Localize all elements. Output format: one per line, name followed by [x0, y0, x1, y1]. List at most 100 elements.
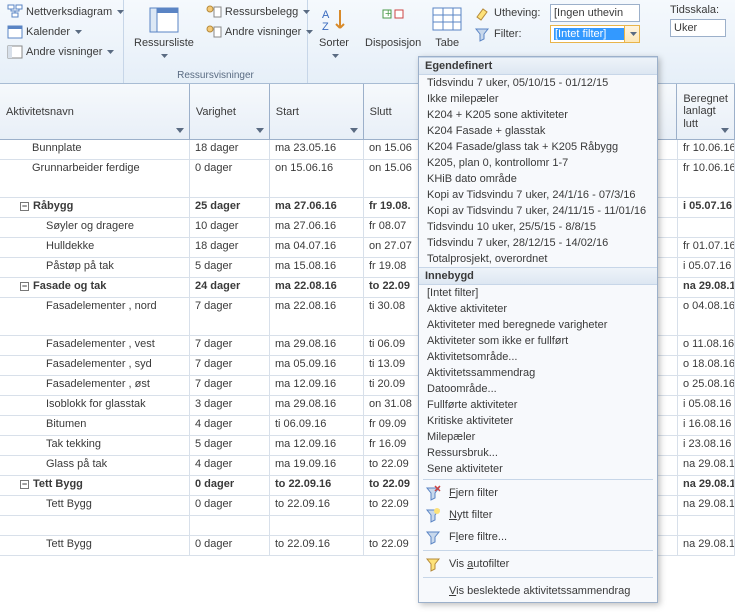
svg-text:Z: Z — [322, 21, 329, 33]
col-slutt[interactable]: Slutt — [364, 84, 424, 139]
outline-toggle[interactable]: − — [20, 282, 29, 291]
cell-slutt: ti 13.09 — [364, 356, 424, 375]
andre-visninger-button[interactable]: Andre visninger — [4, 42, 127, 62]
cell-beregnet — [678, 218, 735, 237]
filter-menu-item[interactable]: K205, plan 0, kontrollomr 1-7 — [419, 155, 657, 171]
cell-varighet: 0 dager — [190, 496, 270, 515]
filter-menu-item[interactable]: Sene aktiviteter — [419, 461, 657, 477]
cell-varighet: 7 dager — [190, 356, 270, 375]
chevron-down-icon — [75, 30, 82, 34]
col-varighet[interactable]: Varighet — [190, 84, 270, 139]
filter-menu-item[interactable]: Aktivitetsområde... — [419, 349, 657, 365]
utheving-combo[interactable]: [Ingen uthevin — [550, 4, 640, 22]
filter-menu-item[interactable]: Tidsvindu 7 uker, 05/10/15 - 01/12/15 — [419, 75, 657, 91]
vis-autofilter-cmd[interactable]: Vis autofilter — [419, 553, 657, 575]
combo-value: Uker — [674, 22, 722, 34]
filter-menu-item[interactable]: Aktivitetssammendrag — [419, 365, 657, 381]
flere-filtre-cmd[interactable]: Flere filtre... — [419, 526, 657, 548]
cell-slutt: ti 20.09 — [364, 376, 424, 395]
cell-aktivitetsnavn: Påstøp på tak — [0, 258, 190, 277]
filter-menu-item[interactable]: Fullførte aktiviteter — [419, 397, 657, 413]
cell-varighet: 0 dager — [190, 160, 270, 197]
filter-menu-item[interactable]: Kritiske aktiviteter — [419, 413, 657, 429]
filter-menu-item[interactable]: K204 Fasade + glasstak — [419, 123, 657, 139]
cell-start: ma 15.08.16 — [270, 258, 364, 277]
filter-menu-item[interactable]: Kopi av Tidsvindu 7 uker, 24/1/16 - 07/3… — [419, 187, 657, 203]
cell-start: ma 22.08.16 — [270, 298, 364, 335]
filter-menu-item[interactable]: Ikke milepæler — [419, 91, 657, 107]
filter-menu-item[interactable]: Kopi av Tidsvindu 7 uker, 24/11/15 - 11/… — [419, 203, 657, 219]
cell-aktivitetsnavn: Hulldekke — [0, 238, 190, 257]
cell-slutt: to 22.09 — [364, 278, 424, 297]
views-icon — [7, 44, 23, 60]
filter-menu-item[interactable]: Aktive aktiviteter — [419, 301, 657, 317]
filter-menu-item[interactable]: K204 + K205 sone aktiviteter — [419, 107, 657, 123]
filter-dropdown-icon[interactable] — [347, 123, 361, 137]
filter-menu-item[interactable]: Tidsvindu 7 uker, 28/12/15 - 14/02/16 — [419, 235, 657, 251]
menu-separator — [423, 550, 653, 551]
fjern-filter-cmd[interactable]: Fjern filter — [419, 482, 657, 504]
col-start[interactable]: Start — [270, 84, 364, 139]
filter-menu-item[interactable]: KHiB dato område — [419, 171, 657, 187]
filter-menu-item[interactable]: Datoområde... — [419, 381, 657, 397]
svg-text:A: A — [322, 9, 330, 21]
sort-icon: AZ — [318, 4, 350, 36]
cell-beregnet: i 05.07.16 — [678, 198, 735, 217]
filter-menu-item[interactable]: K204 Fasade/glass tak + K205 Råbygg — [419, 139, 657, 155]
filter-label: Filter: — [494, 28, 546, 40]
cell-start: on 15.06.16 — [270, 160, 364, 197]
cell-beregnet: na 29.08.16 — [678, 536, 735, 555]
cell-start: to 22.09.16 — [270, 496, 364, 515]
disposisjon-button[interactable]: + Disposisjon — [359, 2, 427, 51]
vis-beslektede-cmd[interactable]: Vis beslektede aktivitetssammendrag — [419, 580, 657, 602]
andre-visninger-res-button[interactable]: Andre visninger — [203, 22, 316, 42]
filter-menu-item[interactable]: Aktiviteter med beregnede varigheter — [419, 317, 657, 333]
sorter-button[interactable]: AZ Sorter — [312, 2, 356, 63]
cell-aktivitetsnavn: Tett Bygg — [0, 536, 190, 555]
chevron-down-icon — [332, 54, 339, 58]
cell-aktivitetsnavn: Fasadelementer , øst — [0, 376, 190, 395]
tidsskala-combo[interactable]: Uker — [670, 19, 726, 37]
cell-slutt: fr 09.09 — [364, 416, 424, 435]
ressursliste-button[interactable]: Ressursliste — [128, 2, 200, 63]
chevron-down-icon — [630, 32, 637, 36]
cell-aktivitetsnavn: Fasadelementer , nord — [0, 298, 190, 335]
outline-toggle[interactable]: − — [20, 480, 29, 489]
filter-menu-item[interactable]: [Intet filter] — [419, 285, 657, 301]
cell-aktivitetsnavn — [0, 516, 190, 535]
cell-varighet — [190, 516, 270, 535]
cell-beregnet: na 29.08.16 — [678, 456, 735, 475]
tabeller-button[interactable]: Tabe — [430, 2, 464, 51]
filter-menu-item[interactable]: Ressursbruk... — [419, 445, 657, 461]
filter-menu-item[interactable]: Aktiviteter som ikke er fullført — [419, 333, 657, 349]
ressursbelegg-button[interactable]: Ressursbelegg — [203, 2, 316, 22]
filter-dropdown-icon[interactable] — [173, 123, 187, 137]
cell-slutt: to 22.09 — [364, 476, 424, 495]
combo-dropdown-button[interactable] — [624, 26, 639, 42]
chevron-down-icon — [107, 50, 114, 54]
cell-slutt: on 15.06 — [364, 140, 424, 159]
col-aktivitetsnavn[interactable]: Aktivitetsnavn — [0, 84, 190, 139]
filter-dropdown-icon[interactable] — [718, 123, 732, 137]
kalender-button[interactable]: Kalender — [4, 22, 127, 42]
cell-slutt: fr 19.08 — [364, 258, 424, 277]
nettverksdiagram-button[interactable]: Nettverksdiagram — [4, 2, 127, 22]
filter-menu-item[interactable]: Tidsvindu 10 uker, 25/5/15 - 8/8/15 — [419, 219, 657, 235]
tidsskala-label: Tidsskala: — [670, 4, 719, 16]
nytt-filter-cmd[interactable]: Nytt filter — [419, 504, 657, 526]
col-beregnet[interactable]: Beregnetlanlagtlutt — [677, 84, 735, 139]
cell-beregnet: o 11.08.16 — [678, 336, 735, 355]
filter-combo[interactable]: [Intet filter] — [550, 25, 640, 43]
filter-dropdown-icon[interactable] — [253, 123, 267, 137]
usage-icon — [206, 4, 222, 20]
combo-value: [Ingen uthevin — [554, 7, 636, 19]
filter-menu-item[interactable]: Milepæler — [419, 429, 657, 445]
cell-slutt: to 22.09 — [364, 456, 424, 475]
cell-start: to 22.09.16 — [270, 536, 364, 555]
highlight-icon — [474, 5, 490, 21]
svg-text:+: + — [385, 8, 391, 20]
cell-beregnet: i 05.08.16 — [678, 396, 735, 415]
cell-start: ma 27.06.16 — [270, 218, 364, 237]
filter-menu-item[interactable]: Totalprosjekt, overordnet — [419, 251, 657, 267]
outline-toggle[interactable]: − — [20, 202, 29, 211]
